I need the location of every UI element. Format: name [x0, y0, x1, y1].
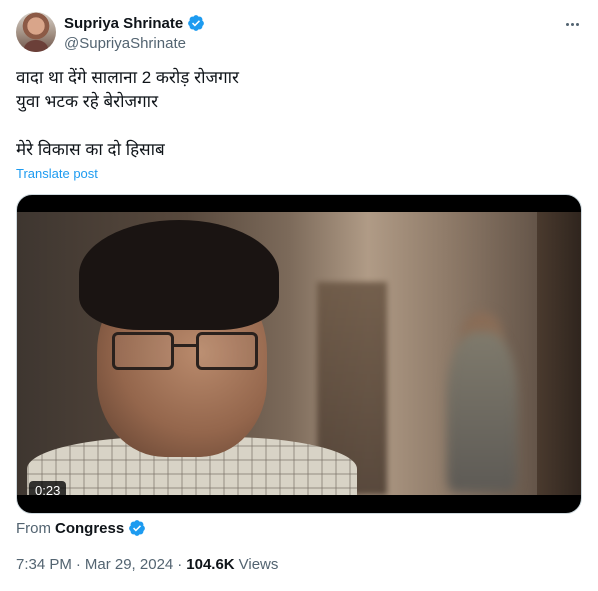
thumbnail-pillar [537, 212, 581, 495]
tweet-card: Supriya Shrinate @SupriyaShrinate वादा थ… [0, 0, 598, 591]
thumbnail-hair [79, 220, 279, 330]
source-name-link[interactable]: Congress [55, 520, 124, 537]
author-handle[interactable]: @SupriyaShrinate [64, 35, 205, 52]
more-dot [565, 22, 569, 26]
more-dot [575, 22, 579, 26]
more-options-icon[interactable] [562, 14, 582, 34]
thumbnail-glasses [112, 332, 262, 372]
meta-separator: · [177, 556, 183, 573]
views-count[interactable]: 104.6K [186, 556, 234, 573]
source-from-label: From [16, 519, 51, 537]
video-player[interactable]: 0:23 [16, 194, 582, 514]
glasses-lens-left [112, 332, 174, 370]
source-attribution: From Congress [16, 519, 146, 537]
translate-post-link[interactable]: Translate post [16, 166, 98, 181]
tweet-text: वादा था देंगे सालाना 2 करोड़ रोजगार युवा… [16, 68, 240, 159]
author-block: Supriya Shrinate @SupriyaShrinate [64, 13, 205, 52]
tweet-time[interactable]: 7:34 PM [16, 556, 72, 573]
tweet-meta: 7:34 PM · Mar 29, 2024 · 104.6K Views [16, 556, 278, 573]
author-display-name[interactable]: Supriya Shrinate [64, 15, 183, 32]
tweet-date[interactable]: Mar 29, 2024 [85, 556, 173, 573]
thumbnail-background-figure [447, 332, 517, 492]
meta-separator: · [75, 556, 81, 573]
views-label: Views [238, 556, 279, 573]
glasses-lens-right [196, 332, 258, 370]
source-verified-badge-icon [128, 519, 146, 537]
video-duration-badge: 0:23 [29, 481, 67, 501]
glasses-bridge [172, 344, 198, 347]
video-thumbnail[interactable] [17, 212, 581, 495]
avatar[interactable] [16, 12, 56, 52]
more-dot [570, 22, 574, 26]
author-name-row: Supriya Shrinate [64, 13, 205, 33]
verified-badge-icon[interactable] [187, 14, 205, 32]
